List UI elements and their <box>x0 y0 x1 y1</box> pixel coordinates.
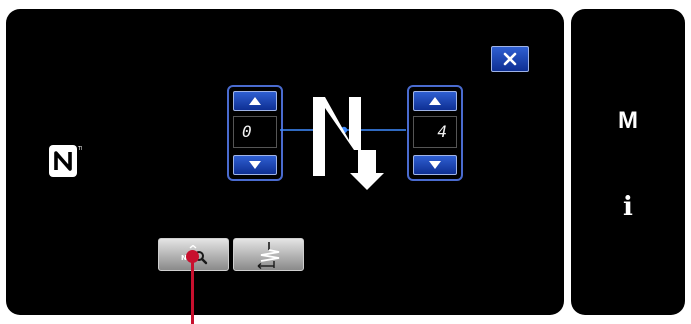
arrow-down-icon <box>429 161 441 169</box>
arrow-up-icon <box>429 97 441 105</box>
nfc-icon: TM <box>49 145 82 177</box>
left-decrease-button[interactable] <box>233 155 277 175</box>
stitch-pattern-button[interactable] <box>233 238 304 271</box>
arrow-up-icon <box>249 97 261 105</box>
left-stitch-stepper: 0 <box>227 85 283 181</box>
side-panel: M i <box>571 9 685 315</box>
main-panel: TM 0 4 No. <box>6 9 564 315</box>
stitch-pattern-diagram <box>280 97 406 190</box>
left-increase-button[interactable] <box>233 91 277 111</box>
stitch-pattern-icon <box>257 241 279 269</box>
callout-pointer-dot <box>186 250 199 263</box>
close-icon <box>503 52 517 66</box>
sewing-direction-arrow <box>350 150 384 190</box>
right-increase-button[interactable] <box>413 91 457 111</box>
arrow-down-icon <box>249 161 261 169</box>
callout-pointer-line <box>191 255 194 324</box>
close-button[interactable] <box>491 46 529 72</box>
mode-button[interactable]: M <box>571 101 685 141</box>
right-stitch-count: 4 <box>413 116 457 148</box>
zigzag-stitch-shape <box>313 97 361 176</box>
svg-text:TM: TM <box>77 146 82 152</box>
right-decrease-button[interactable] <box>413 155 457 175</box>
info-button[interactable]: i <box>571 185 685 229</box>
left-stitch-count: 0 <box>233 116 277 148</box>
